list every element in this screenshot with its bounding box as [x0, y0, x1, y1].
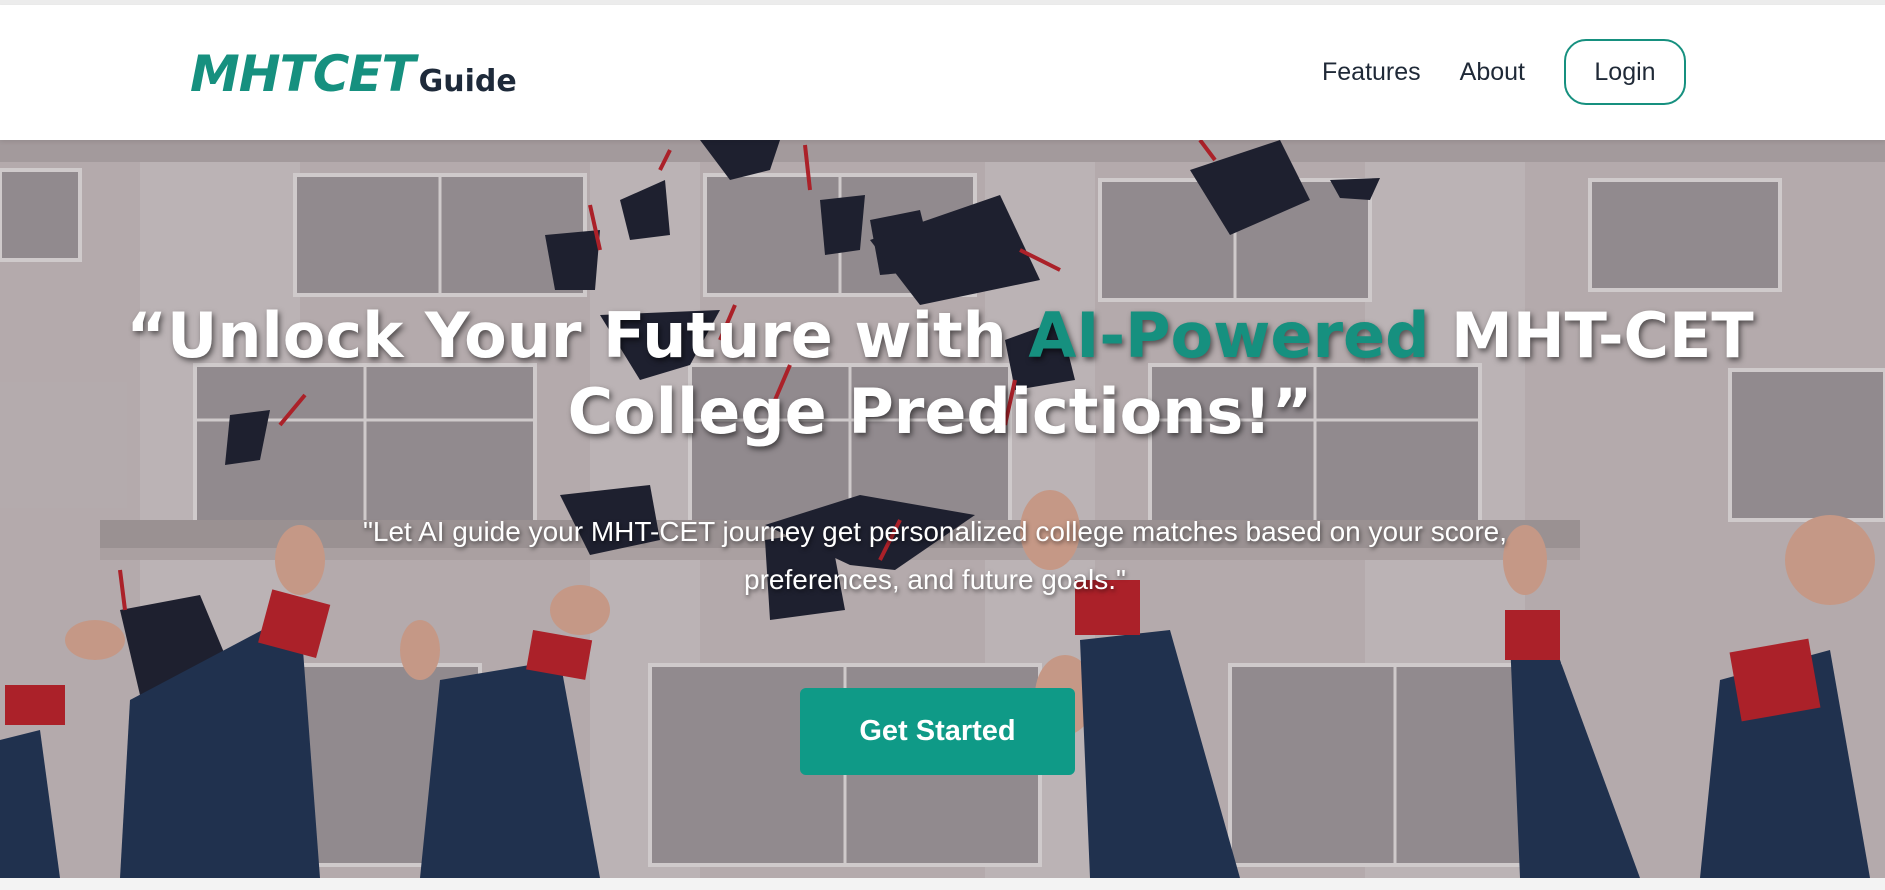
bottom-border [0, 878, 1885, 890]
brand-logo[interactable]: MHTCET Guide [190, 45, 517, 103]
hero-title-pre: “Unlock Your Future with [126, 299, 1029, 372]
nav-link-about[interactable]: About [1460, 58, 1525, 87]
nav-link-features[interactable]: Features [1322, 58, 1421, 87]
hero-subtitle: "Let AI guide your MHT-CET journey get p… [362, 516, 1508, 595]
hero-section: “Unlock Your Future with AI-Powered MHT-… [0, 140, 1885, 878]
navbar: MHTCET Guide Features About Login [0, 5, 1885, 140]
hero-title: “Unlock Your Future with AI-Powered MHT-… [60, 298, 1820, 450]
login-button[interactable]: Login [1564, 39, 1686, 105]
get-started-button[interactable]: Get Started [800, 688, 1075, 775]
hero-title-accent: AI-Powered [1028, 299, 1430, 372]
nav-links: Features About Login [1322, 39, 1686, 105]
brand-sub-text: Guide [418, 64, 517, 99]
brand-main-text: MHTCET [190, 45, 416, 103]
